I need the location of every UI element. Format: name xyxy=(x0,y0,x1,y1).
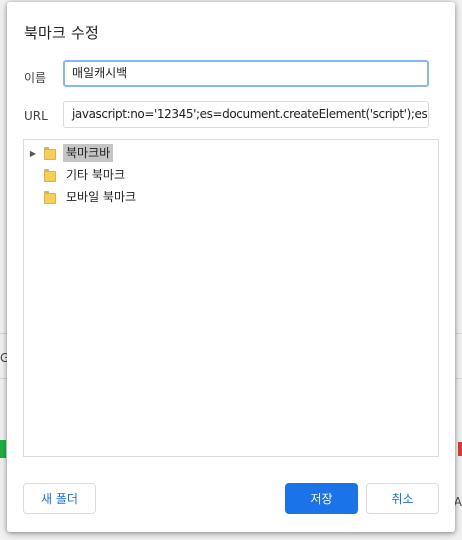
new-folder-button[interactable]: 새 폴더 xyxy=(23,483,96,514)
folder-icon xyxy=(44,146,56,160)
tree-item-other-bookmarks[interactable]: 기타 북마크 xyxy=(24,165,128,185)
dialog-title: 북마크 수정 xyxy=(24,24,99,42)
background-app-icon xyxy=(458,442,462,456)
edit-bookmark-dialog: 북마크 수정 이름 매일캐시백 URL javascript:no='12345… xyxy=(7,2,455,532)
url-label: URL xyxy=(24,109,48,123)
tree-item-label: 북마크바 xyxy=(63,144,114,162)
triangle-right-icon[interactable]: ▶ xyxy=(28,143,38,163)
tree-item-label: 기타 북마크 xyxy=(66,168,126,182)
screen: G A 북마크 수정 이름 매일캐시백 URL javascript:no='1… xyxy=(0,0,462,540)
tree-item-mobile-bookmarks[interactable]: 모바일 북마크 xyxy=(24,187,139,207)
folder-tree[interactable]: ▶ 북마크바 기타 북마크 모바일 북마크 xyxy=(23,139,439,457)
name-input[interactable]: 매일캐시백 xyxy=(63,60,429,87)
tree-item-bookmarks-bar[interactable]: ▶ 북마크바 xyxy=(24,143,114,163)
folder-icon xyxy=(44,168,56,182)
background-app-icon xyxy=(0,440,6,458)
cancel-button[interactable]: 취소 xyxy=(366,483,439,514)
save-button[interactable]: 저장 xyxy=(285,483,358,514)
tree-item-label: 모바일 북마크 xyxy=(66,190,137,204)
folder-icon xyxy=(44,190,56,204)
url-input[interactable]: javascript:no='12345';es=document.create… xyxy=(63,101,429,128)
background-text-fragment: A xyxy=(453,495,462,509)
name-label: 이름 xyxy=(24,71,47,85)
